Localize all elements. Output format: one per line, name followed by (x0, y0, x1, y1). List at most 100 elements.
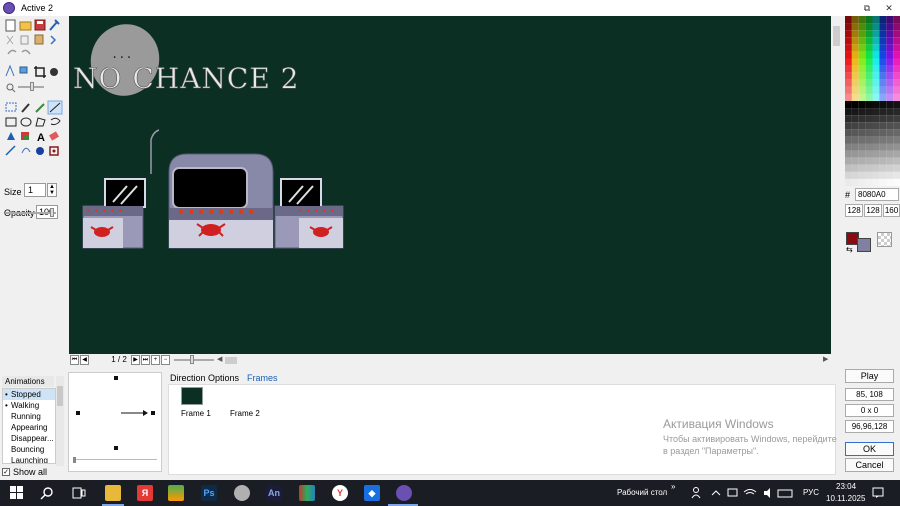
paint-palette-icon[interactable] (234, 485, 250, 501)
palette-swatch[interactable] (858, 30, 866, 38)
palette-swatch[interactable] (845, 129, 852, 137)
palette-swatch[interactable] (858, 115, 866, 123)
direction-speed-slider[interactable] (73, 459, 157, 460)
windows-start-icon[interactable] (10, 486, 24, 500)
palette-swatch[interactable] (858, 108, 866, 116)
animate-icon[interactable]: An (266, 485, 282, 501)
palette-swatch[interactable] (865, 93, 873, 101)
wrench-icon[interactable] (49, 19, 60, 31)
close-button[interactable]: ✕ (878, 0, 900, 16)
canvas-vertical-scrollbar[interactable] (831, 16, 842, 354)
winrar-icon[interactable] (299, 485, 315, 501)
palette-swatch[interactable] (858, 65, 866, 73)
palette-swatch[interactable] (865, 101, 873, 109)
palette-swatch[interactable] (858, 136, 866, 144)
palette-swatch[interactable] (851, 37, 859, 45)
palette-swatch[interactable] (886, 37, 894, 45)
palette-swatch[interactable] (879, 51, 887, 59)
size-spinner[interactable]: ▲ ▼ (47, 183, 57, 197)
transparent-color-swatch[interactable] (877, 232, 892, 247)
palette-swatch[interactable] (845, 16, 852, 24)
palette-swatch[interactable] (872, 178, 880, 186)
palette-swatch[interactable] (851, 44, 859, 52)
palette-swatch[interactable] (879, 101, 887, 109)
palette-swatch[interactable] (845, 108, 852, 116)
palette-swatch[interactable] (893, 150, 900, 158)
yandex-icon[interactable]: Я (137, 485, 153, 501)
rectangle-icon[interactable] (5, 117, 17, 127)
palette-swatch[interactable] (851, 108, 859, 116)
palette-swatch[interactable] (879, 79, 887, 87)
animation-item[interactable]: • Walking (3, 400, 55, 411)
palette-swatch[interactable] (858, 93, 866, 101)
palette-swatch[interactable] (845, 136, 852, 144)
palette-swatch[interactable] (879, 157, 887, 165)
line-draw-icon[interactable] (5, 145, 16, 156)
opacity-slider-thumb[interactable] (50, 208, 54, 217)
palette-swatch[interactable] (858, 129, 866, 137)
palette-swatch[interactable] (845, 44, 852, 52)
palette-swatch[interactable] (872, 157, 880, 165)
palette-swatch[interactable] (865, 164, 873, 172)
palette-swatch[interactable] (858, 164, 866, 172)
palette-swatch[interactable] (858, 171, 866, 179)
palette-swatch[interactable] (879, 30, 887, 38)
palette-swatch[interactable] (872, 58, 880, 66)
palette-swatch[interactable] (879, 23, 887, 31)
palette-swatch[interactable] (845, 157, 852, 165)
palette-swatch[interactable] (865, 115, 873, 123)
palette-swatch[interactable] (879, 93, 887, 101)
palette-swatch[interactable] (886, 79, 894, 87)
palette-swatch[interactable] (845, 72, 852, 80)
palette-swatch[interactable] (872, 101, 880, 109)
palette-swatch[interactable] (872, 37, 880, 45)
palette-swatch[interactable] (886, 157, 894, 165)
palette-swatch[interactable] (872, 30, 880, 38)
undo-icon[interactable] (7, 49, 17, 55)
palette-swatch[interactable] (845, 37, 852, 45)
palette-swatch[interactable] (886, 44, 894, 52)
palette-swatch[interactable] (858, 79, 866, 87)
keyboard-icon[interactable] (777, 489, 793, 498)
palette-swatch[interactable] (851, 150, 859, 158)
palette-swatch[interactable] (845, 101, 852, 109)
palette-swatch[interactable] (893, 72, 900, 80)
palette-swatch[interactable] (879, 143, 887, 151)
hex-color-input[interactable]: 8080A0 (855, 188, 899, 201)
fill-bucket-icon[interactable] (50, 68, 58, 76)
show-hidden-icon[interactable] (711, 490, 721, 496)
palette-swatch[interactable] (865, 108, 873, 116)
palette-swatch[interactable] (845, 30, 852, 38)
palette-swatch[interactable] (872, 115, 880, 123)
copy-icon[interactable] (20, 35, 29, 45)
save-icon[interactable] (34, 19, 46, 31)
palette-swatch[interactable] (879, 122, 887, 130)
palette-swatch[interactable] (886, 122, 894, 130)
palette-swatch[interactable] (872, 108, 880, 116)
palette-swatch[interactable] (865, 58, 873, 66)
green-value-input[interactable]: 128 (864, 204, 882, 217)
palette-swatch[interactable] (845, 86, 852, 94)
palette-swatch[interactable] (865, 143, 873, 151)
palette-swatch[interactable] (879, 86, 887, 94)
animation-item[interactable]: Running (3, 411, 55, 422)
palette-swatch[interactable] (872, 143, 880, 151)
palette-swatch[interactable] (865, 44, 873, 52)
palette-swatch[interactable] (865, 136, 873, 144)
palette-swatch[interactable] (886, 51, 894, 59)
direction-speed-thumb[interactable] (73, 457, 76, 463)
crop-icon[interactable] (34, 66, 46, 78)
palette-swatch[interactable] (886, 108, 894, 116)
cancel-button[interactable]: Cancel (845, 458, 894, 472)
palette-swatch[interactable] (872, 23, 880, 31)
remove-frame-button[interactable]: − (161, 355, 170, 365)
yandex-browser-icon[interactable]: Y (332, 485, 348, 501)
color-picker-icon[interactable] (21, 103, 30, 113)
palette-swatch[interactable] (851, 51, 859, 59)
palette-swatch[interactable] (851, 93, 859, 101)
palette-swatch[interactable] (851, 101, 859, 109)
palette-swatch[interactable] (886, 93, 894, 101)
frame-thumbnail[interactable] (181, 387, 203, 405)
toolbar-chevron[interactable]: » (671, 482, 675, 491)
clock-time[interactable]: 23:04 (836, 482, 856, 491)
